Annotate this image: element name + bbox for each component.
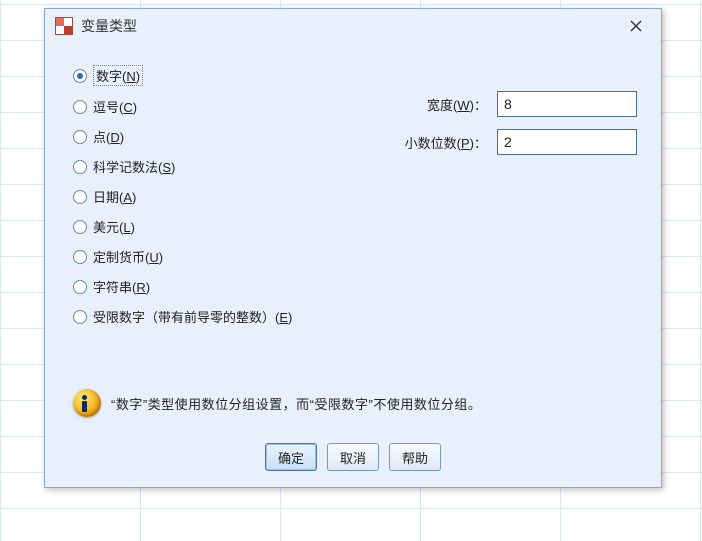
width-label: 宽度(W)：	[427, 95, 487, 114]
decimals-row: 小数位数(P)：	[405, 129, 637, 155]
button-row: 确定 取消 帮助	[45, 443, 661, 471]
decimals-label: 小数位数(P)：	[405, 133, 487, 152]
radio-label: 数字(N)	[93, 65, 143, 86]
radio-label: 逗号(C)	[93, 97, 137, 116]
radio-label: 日期(A)	[93, 187, 136, 206]
info-icon	[73, 389, 101, 417]
cancel-button[interactable]: 取消	[327, 443, 379, 471]
radio-indicator	[73, 69, 87, 83]
radio-numeric[interactable]: 数字(N)	[73, 65, 639, 86]
radio-indicator	[73, 220, 87, 234]
radio-label: 定制货币(U)	[93, 247, 163, 266]
dialog-body: 数字(N) 逗号(C) 点(D) 科学记数法(S) 日期(A) 美元(L)	[45, 43, 661, 487]
close-button[interactable]	[621, 14, 651, 38]
radio-restricted-numeric[interactable]: 受限数字（带有前导零的整数）(E)	[73, 307, 639, 326]
close-icon	[630, 20, 642, 32]
radio-indicator	[73, 130, 87, 144]
variable-type-dialog: 变量类型 数字(N) 逗号(C) 点(D) 科学	[44, 8, 662, 488]
titlebar: 变量类型	[45, 9, 661, 43]
radio-label: 美元(L)	[93, 217, 135, 236]
radio-indicator	[73, 310, 87, 324]
width-row: 宽度(W)：	[405, 91, 637, 117]
radio-string[interactable]: 字符串(R)	[73, 277, 639, 296]
dialog-title: 变量类型	[81, 16, 613, 36]
radio-indicator	[73, 100, 87, 114]
radio-label: 点(D)	[93, 127, 124, 146]
help-button[interactable]: 帮助	[389, 443, 441, 471]
info-row: “数字”类型使用数位分组设置，而“受限数字”不使用数位分组。	[73, 389, 639, 417]
app-icon	[55, 17, 73, 35]
radio-indicator	[73, 280, 87, 294]
width-input[interactable]	[497, 91, 637, 117]
numeric-fields: 宽度(W)： 小数位数(P)：	[405, 91, 637, 155]
ok-button[interactable]: 确定	[265, 443, 317, 471]
radio-dollar[interactable]: 美元(L)	[73, 217, 639, 236]
radio-scientific[interactable]: 科学记数法(S)	[73, 157, 639, 176]
radio-indicator	[73, 250, 87, 264]
decimals-input[interactable]	[497, 129, 637, 155]
radio-date[interactable]: 日期(A)	[73, 187, 639, 206]
radio-indicator	[73, 160, 87, 174]
radio-custom-currency[interactable]: 定制货币(U)	[73, 247, 639, 266]
radio-label: 受限数字（带有前导零的整数）(E)	[93, 307, 292, 326]
info-text: “数字”类型使用数位分组设置，而“受限数字”不使用数位分组。	[111, 394, 481, 413]
radio-indicator	[73, 190, 87, 204]
radio-label: 科学记数法(S)	[93, 157, 175, 176]
radio-label: 字符串(R)	[93, 277, 150, 296]
